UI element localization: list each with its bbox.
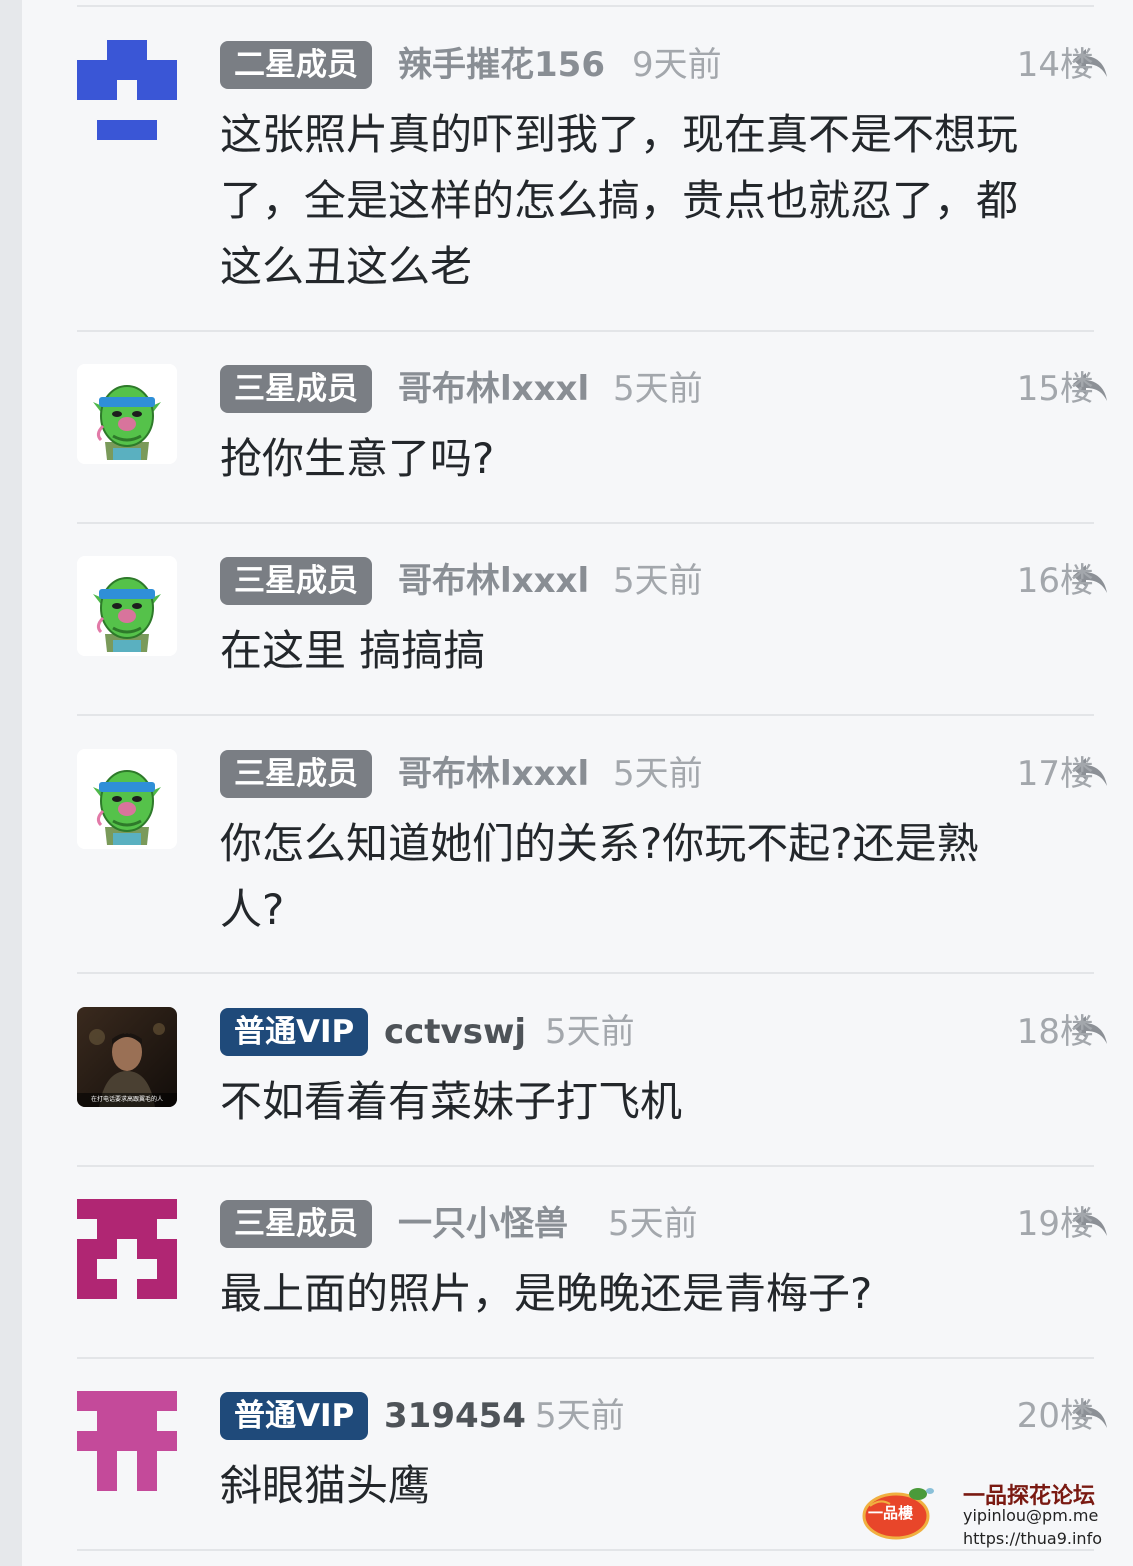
post-content: 在这里 搞搞搞 [220, 618, 1094, 684]
content-line: 这张照片真的吓到我了，现在真不是不想玩 [220, 110, 1019, 159]
watermark: 一品樓 一品探花论坛 yipinlou@pm.me https://thua9.… [860, 1478, 1110, 1558]
post-divider [77, 972, 1094, 974]
identicon-icon [77, 40, 177, 140]
avatar[interactable] [77, 1391, 177, 1491]
post-time: 9天前 [632, 45, 722, 85]
member-badge: 二星成员 [220, 41, 372, 89]
logo-text: 一品樓 [868, 1504, 914, 1522]
goblin-avatar-icon [77, 749, 177, 849]
post-content: 不如看着有菜妹子打飞机 [220, 1069, 1094, 1135]
floor-number: 19楼 [1016, 1204, 1094, 1244]
post-content: 最上面的照片，是晚晚还是青梅子? [220, 1261, 1094, 1327]
post-time: 5天前 [545, 1012, 635, 1052]
avatar-caption: 在打电话要求高跟翼毛的人 [90, 1096, 163, 1103]
floor-number: 15楼 [1016, 369, 1094, 409]
left-rail [0, 0, 22, 1566]
post-divider [77, 330, 1094, 332]
username-link[interactable]: 哥布林lxxxl [398, 556, 589, 606]
username-link[interactable]: 辣手摧花156 [398, 40, 605, 90]
vip-badge: 普通VIP [220, 1008, 369, 1056]
content-line: 在这里 搞搞搞 [220, 626, 486, 675]
username-link[interactable]: 哥布林lxxxl [398, 364, 589, 414]
identicon-icon [77, 1199, 177, 1299]
watermark-email: yipinlou@pm.me [963, 1506, 1099, 1525]
post-content: 你怎么知道她们的关系?你玩不起?还是熟 人? [220, 811, 1094, 943]
post-time: 5天前 [608, 1204, 698, 1244]
goblin-avatar-icon [77, 364, 177, 464]
floor-number: 16楼 [1016, 561, 1094, 601]
username-link[interactable]: 一只小怪兽 [398, 1199, 568, 1249]
avatar[interactable] [77, 556, 177, 656]
floor-number: 14楼 [1016, 45, 1094, 85]
content-line: 人? [220, 885, 285, 934]
username-link[interactable]: 哥布林lxxxl [398, 749, 589, 799]
post-14: 二星成员 辣手摧花156 9天前 14楼 这张照片真的吓到我了，现在真不是不想玩… [77, 40, 1107, 332]
floor-number: 17楼 [1016, 754, 1094, 794]
content-line: 你怎么知道她们的关系?你玩不起?还是熟 [220, 819, 979, 868]
member-badge: 三星成员 [220, 365, 372, 413]
post-time: 5天前 [613, 754, 703, 794]
post-divider [77, 522, 1094, 524]
post-time: 5天前 [613, 561, 703, 601]
username-link[interactable]: cctvswj [384, 1007, 526, 1057]
floor-number: 18楼 [1016, 1012, 1094, 1052]
avatar[interactable]: 在打电话要求高跟翼毛的人 [77, 1007, 177, 1107]
content-line: 了，全是这样的怎么搞，贵点也就忍了，都 [220, 176, 1019, 225]
post-time: 5天前 [613, 369, 703, 409]
floor-number: 20楼 [1016, 1396, 1094, 1436]
member-badge: 三星成员 [220, 750, 372, 798]
post-15: 三星成员 哥布林lxxxl 5天前 15楼 抢你生意了吗? [77, 364, 1107, 524]
post-divider [77, 1357, 1094, 1359]
content-line: 不如看着有菜妹子打飞机 [220, 1077, 683, 1126]
post-19: 三星成员 一只小怪兽 5天前 19楼 最上面的照片，是晚晚还是青梅子? [77, 1199, 1107, 1359]
avatar[interactable] [77, 749, 177, 849]
watermark-url: https://thua9.info [963, 1529, 1102, 1548]
avatar[interactable] [77, 1199, 177, 1299]
member-badge: 三星成员 [220, 1200, 372, 1248]
photo-avatar-icon [77, 1007, 177, 1107]
identicon-icon [77, 1391, 177, 1491]
vip-badge: 普通VIP [220, 1392, 369, 1440]
post-18: 在打电话要求高跟翼毛的人 普通VIP cctvswj 5天前 18楼 不如看着有… [77, 1007, 1107, 1167]
avatar[interactable] [77, 364, 177, 464]
post-divider [77, 1165, 1094, 1167]
post-time: 5天前 [535, 1396, 625, 1436]
username-link[interactable]: 319454 [384, 1391, 526, 1441]
top-divider [77, 5, 1094, 7]
avatar[interactable] [77, 40, 177, 140]
post-divider [77, 714, 1094, 716]
post-content: 抢你生意了吗? [220, 426, 1094, 492]
post-content: 这张照片真的吓到我了，现在真不是不想玩 了，全是这样的怎么搞，贵点也就忍了，都 … [220, 102, 1094, 300]
content-line: 这么丑这么老 [220, 242, 473, 291]
content-line: 抢你生意了吗? [220, 434, 495, 483]
post-16: 三星成员 哥布林lxxxl 5天前 16楼 在这里 搞搞搞 [77, 556, 1107, 716]
content-line: 最上面的照片，是晚晚还是青梅子? [220, 1269, 873, 1318]
post-17: 三星成员 哥布林lxxxl 5天前 17楼 你怎么知道她们的关系?你玩不起?还是… [77, 749, 1107, 974]
goblin-avatar-icon [77, 556, 177, 656]
member-badge: 三星成员 [220, 557, 372, 605]
